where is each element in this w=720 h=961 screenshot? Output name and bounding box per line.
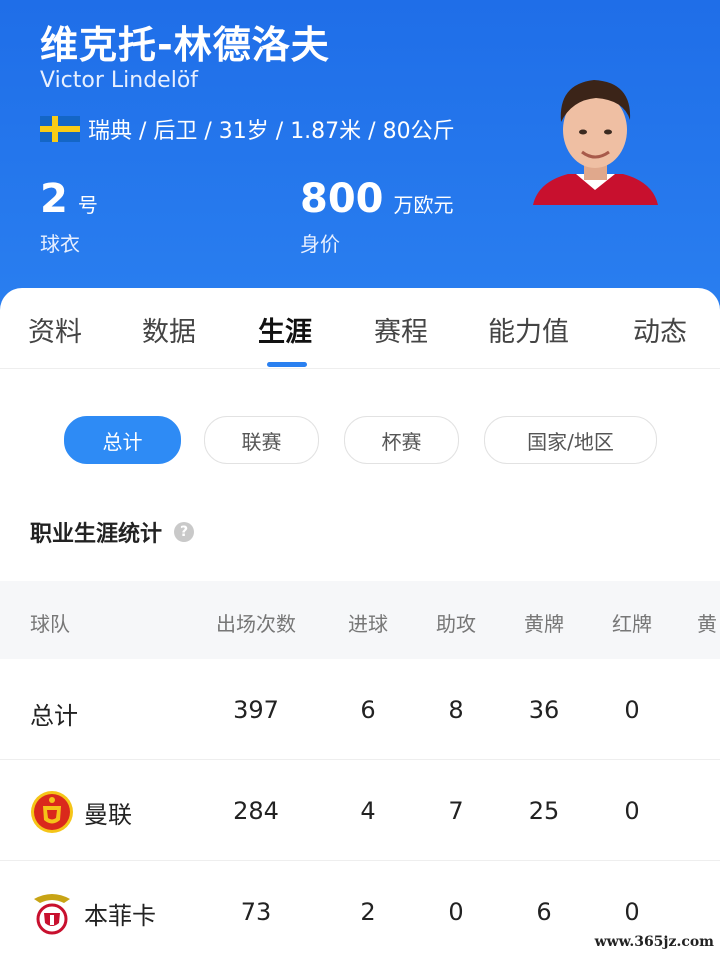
yellow-cards: 25 bbox=[528, 797, 560, 825]
tab-schedule[interactable]: 赛程 bbox=[374, 310, 428, 349]
goals: 4 bbox=[360, 797, 376, 825]
team-name: 总计 bbox=[30, 702, 78, 730]
jersey-label: 球衣 bbox=[40, 232, 80, 256]
jersey-number: 2 bbox=[40, 176, 68, 222]
jersey-stat: 2号 球衣 bbox=[40, 176, 98, 257]
table-header: 球队 出场次数 进球 助攻 黄牌 红牌 黄 bbox=[0, 581, 720, 659]
yellow-cards: 36 bbox=[528, 696, 560, 724]
tab-ability[interactable]: 能力值 bbox=[488, 310, 569, 349]
market-value-unit: 万欧元 bbox=[393, 193, 454, 217]
market-value-label: 身价 bbox=[300, 232, 340, 256]
appearances: 397 bbox=[233, 696, 279, 724]
appearances: 73 bbox=[240, 898, 272, 926]
filter-total[interactable]: 总计 bbox=[64, 416, 181, 464]
table-row[interactable]: 曼联 284 4 7 25 0 bbox=[0, 760, 720, 861]
team-cell: 本菲卡 bbox=[30, 891, 156, 935]
tab-bar: 资料 数据 生涯 赛程 能力值 动态 bbox=[0, 288, 720, 369]
table-row[interactable]: 总计 397 6 8 36 0 bbox=[0, 659, 720, 760]
sweden-flag-icon bbox=[40, 116, 80, 142]
player-header: 维克托-林德洛夫 Victor Lindelöf 瑞典 / 后卫 / 31岁 /… bbox=[0, 0, 720, 320]
player-info-text: 瑞典 / 后卫 / 31岁 / 1.87米 / 80公斤 bbox=[88, 119, 455, 144]
assists: 8 bbox=[448, 696, 464, 724]
filter-cup[interactable]: 杯赛 bbox=[344, 416, 459, 464]
filter-league[interactable]: 联赛 bbox=[204, 416, 319, 464]
header-yellow-cards: 黄牌 bbox=[524, 612, 564, 636]
tab-news[interactable]: 动态 bbox=[633, 310, 687, 349]
help-icon[interactable]: ? bbox=[174, 522, 195, 542]
manutd-crest-icon bbox=[31, 791, 73, 833]
assists: 7 bbox=[448, 797, 464, 825]
header-appearances: 出场次数 bbox=[216, 612, 296, 636]
jersey-unit: 号 bbox=[77, 193, 98, 217]
tab-career[interactable]: 生涯 bbox=[258, 310, 312, 349]
player-name-cn: 维克托-林德洛夫 bbox=[40, 23, 330, 67]
player-info: 瑞典 / 后卫 / 31岁 / 1.87米 / 80公斤 bbox=[40, 113, 455, 145]
team-name: 本菲卡 bbox=[84, 901, 156, 930]
career-stats-title: 职业生涯统计 ? bbox=[30, 516, 195, 548]
content-panel: 资料 数据 生涯 赛程 能力值 动态 总计 联赛 杯赛 国家/地区 职业生涯统计… bbox=[0, 288, 720, 956]
career-stats-table: 球队 出场次数 进球 助攻 黄牌 红牌 黄 总计 397 6 8 36 0 曼联… bbox=[0, 581, 720, 961]
value-stat: 800 万欧元 身价 bbox=[300, 176, 454, 257]
player-name-en: Victor Lindelöf bbox=[40, 68, 199, 93]
team-cell: 曼联 bbox=[30, 790, 132, 834]
header-goals: 进球 bbox=[348, 612, 388, 636]
red-cards: 0 bbox=[624, 696, 640, 724]
header-yellow-partial: 黄 bbox=[697, 612, 717, 636]
header-red-cards: 红牌 bbox=[612, 612, 652, 636]
team-name: 曼联 bbox=[84, 800, 132, 829]
active-tab-indicator bbox=[267, 362, 307, 367]
player-photo bbox=[528, 70, 663, 205]
red-cards: 0 bbox=[624, 797, 640, 825]
career-stats-title-text: 职业生涯统计 bbox=[30, 522, 163, 547]
goals: 2 bbox=[360, 898, 376, 926]
header-team: 球队 bbox=[30, 612, 70, 636]
watermark: www.365jz.com bbox=[594, 934, 714, 950]
goals: 6 bbox=[360, 696, 376, 724]
benfica-crest-icon bbox=[34, 894, 70, 935]
tab-profile[interactable]: 资料 bbox=[28, 310, 82, 349]
assists: 0 bbox=[448, 898, 464, 926]
market-value-number: 800 bbox=[300, 176, 384, 222]
tab-data[interactable]: 数据 bbox=[142, 310, 196, 349]
appearances: 284 bbox=[233, 797, 279, 825]
filter-national[interactable]: 国家/地区 bbox=[484, 416, 657, 464]
header-assists: 助攻 bbox=[436, 612, 476, 636]
red-cards: 0 bbox=[624, 898, 640, 926]
filter-chips: 总计 联赛 杯赛 国家/地区 bbox=[0, 416, 720, 466]
yellow-cards: 6 bbox=[536, 898, 552, 926]
